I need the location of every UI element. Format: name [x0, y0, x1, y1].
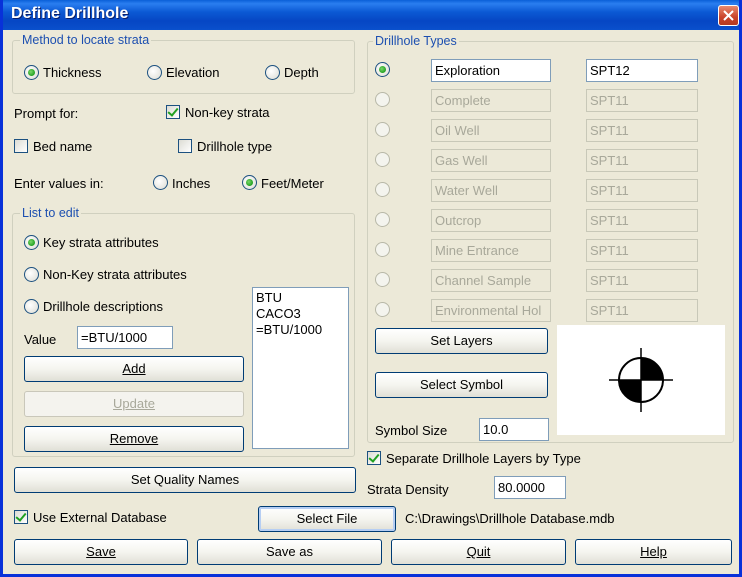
drillhole-type-radio[interactable]	[375, 302, 390, 317]
strata-density-input[interactable]: 80.0000	[494, 476, 566, 499]
symbol-size-input[interactable]: 10.0	[479, 418, 549, 441]
remove-button-label: Remove	[109, 431, 159, 446]
select-file-label: Select File	[296, 511, 358, 526]
list-item[interactable]: CACO3	[256, 306, 345, 322]
radio-inches[interactable]	[153, 175, 168, 190]
drillhole-type-name-input[interactable]: Complete	[431, 89, 551, 112]
drillhole-type-name-input[interactable]: Gas Well	[431, 149, 551, 172]
drillhole-type-name-input[interactable]: Outcrop	[431, 209, 551, 232]
add-button[interactable]: Add	[24, 356, 244, 382]
select-symbol-button[interactable]: Select Symbol	[375, 372, 548, 398]
save-button[interactable]: Save	[14, 539, 188, 565]
quit-button-label: Quit	[466, 544, 491, 559]
set-quality-names-button[interactable]: Set Quality Names	[14, 467, 356, 493]
radio-thickness-label[interactable]: Thickness	[43, 65, 102, 80]
strata-density-label: Strata Density	[367, 482, 449, 497]
symbol-preview	[557, 325, 725, 435]
drillhole-type-radio[interactable]	[375, 272, 390, 287]
symbol-size-label: Symbol Size	[375, 423, 448, 438]
help-button[interactable]: Help	[575, 539, 732, 565]
drillhole-type-symbol-input[interactable]: SPT11	[586, 179, 698, 202]
close-button[interactable]	[718, 5, 739, 26]
drillhole-type-radio[interactable]	[375, 92, 390, 107]
prompt-for-label: Prompt for:	[14, 106, 79, 121]
select-symbol-label: Select Symbol	[419, 377, 504, 392]
drillhole-type-symbol-input[interactable]: SPT11	[586, 119, 698, 142]
drillhole-type-name-input[interactable]: Mine Entrance	[431, 239, 551, 262]
remove-button[interactable]: Remove	[24, 426, 244, 452]
bed-name-checkbox[interactable]	[14, 139, 28, 153]
radio-key-strata-label[interactable]: Key strata attributes	[43, 235, 159, 250]
list-item[interactable]: =BTU/1000	[256, 322, 345, 338]
drillhole-type-symbol-input[interactable]: SPT11	[586, 89, 698, 112]
drillhole-symbol-icon	[609, 348, 673, 412]
radio-key-strata[interactable]	[24, 235, 39, 250]
drillhole-type-radio[interactable]	[375, 152, 390, 167]
drillhole-type-symbol-input[interactable]: SPT11	[586, 269, 698, 292]
radio-elevation[interactable]	[147, 65, 162, 80]
drillhole-type-radio[interactable]	[375, 62, 390, 77]
radio-feet-meter[interactable]	[242, 175, 257, 190]
drillhole-type-name-input[interactable]: Environmental Hol	[431, 299, 551, 322]
save-as-button-label: Save as	[266, 544, 313, 559]
drillhole-type-symbol-input[interactable]: SPT12	[586, 59, 698, 82]
drillhole-type-label[interactable]: Drillhole type	[197, 139, 272, 154]
nonkey-strata-label[interactable]: Non-key strata	[185, 105, 270, 120]
update-button[interactable]: Update	[24, 391, 244, 417]
drillhole-type-radio[interactable]	[375, 122, 390, 137]
use-external-db-label[interactable]: Use External Database	[33, 510, 167, 525]
quit-button[interactable]: Quit	[391, 539, 566, 565]
drillhole-type-symbol-input[interactable]: SPT11	[586, 239, 698, 262]
set-layers-label: Set Layers	[430, 333, 493, 348]
method-group-title: Method to locate strata	[20, 33, 152, 47]
dialog-window: Define Drillhole Method to locate strata…	[0, 0, 742, 577]
radio-depth[interactable]	[265, 65, 280, 80]
window-title: Define Drillhole	[11, 5, 129, 22]
radio-drillhole-descriptions-label[interactable]: Drillhole descriptions	[43, 299, 163, 314]
separate-layers-checkbox[interactable]	[367, 451, 381, 465]
select-file-button[interactable]: Select File	[258, 506, 396, 532]
bed-name-label[interactable]: Bed name	[33, 139, 92, 154]
list-to-edit-title: List to edit	[20, 206, 81, 220]
drillhole-type-radio[interactable]	[375, 182, 390, 197]
radio-thickness[interactable]	[24, 65, 39, 80]
set-layers-button[interactable]: Set Layers	[375, 328, 548, 354]
radio-feet-meter-label[interactable]: Feet/Meter	[261, 176, 324, 191]
radio-depth-label[interactable]: Depth	[284, 65, 319, 80]
drillhole-type-name-input[interactable]: Exploration	[431, 59, 551, 82]
update-button-label: Update	[113, 396, 155, 411]
help-button-label: Help	[640, 544, 667, 559]
title-bar[interactable]: Define Drillhole	[3, 0, 739, 30]
units-label: Enter values in:	[14, 176, 104, 191]
value-label: Value	[24, 332, 57, 347]
drillhole-type-radio[interactable]	[375, 212, 390, 227]
drillhole-type-symbol-input[interactable]: SPT11	[586, 209, 698, 232]
save-as-button[interactable]: Save as	[197, 539, 382, 565]
radio-nonkey-strata-label[interactable]: Non-Key strata attributes	[43, 267, 187, 282]
file-path-text: C:\Drawings\Drillhole Database.mdb	[405, 511, 615, 526]
nonkey-strata-checkbox[interactable]	[166, 105, 180, 119]
separate-layers-label[interactable]: Separate Drillhole Layers by Type	[386, 451, 581, 466]
drillhole-type-radio[interactable]	[375, 242, 390, 257]
add-button-label: Add	[122, 361, 146, 376]
radio-drillhole-descriptions[interactable]	[24, 299, 39, 314]
drillhole-type-name-input[interactable]: Water Well	[431, 179, 551, 202]
drillhole-type-symbol-input[interactable]: SPT11	[586, 299, 698, 322]
set-quality-names-label: Set Quality Names	[130, 472, 240, 487]
radio-elevation-label[interactable]: Elevation	[166, 65, 219, 80]
value-input[interactable]: =BTU/1000	[77, 326, 173, 349]
attributes-listbox[interactable]: BTU CACO3 =BTU/1000	[252, 287, 349, 449]
close-icon	[723, 10, 734, 21]
drillhole-type-name-input[interactable]: Channel Sample	[431, 269, 551, 292]
use-external-db-checkbox[interactable]	[14, 510, 28, 524]
drillhole-type-checkbox[interactable]	[178, 139, 192, 153]
drillhole-type-symbol-input[interactable]: SPT11	[586, 149, 698, 172]
save-button-label: Save	[86, 544, 116, 559]
list-item[interactable]: BTU	[256, 290, 345, 306]
radio-inches-label[interactable]: Inches	[172, 176, 210, 191]
drillhole-type-name-input[interactable]: Oil Well	[431, 119, 551, 142]
radio-nonkey-strata[interactable]	[24, 267, 39, 282]
drillhole-types-title: Drillhole Types	[373, 34, 459, 48]
